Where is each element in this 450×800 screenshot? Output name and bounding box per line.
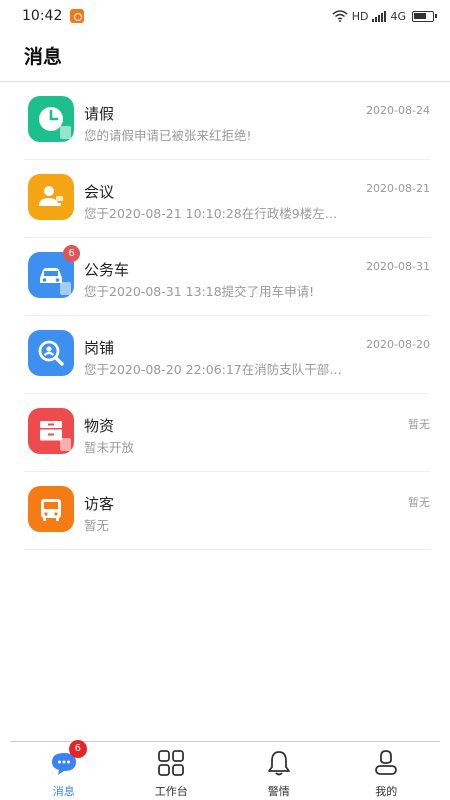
message-preview: 暂无 — [84, 518, 110, 533]
bottom-tab-bar: 6 消息 工作台 警情 我的 — [10, 740, 441, 800]
message-date: 2020-08-24 — [366, 104, 430, 117]
message-date: 暂无 — [408, 496, 430, 509]
signal-icon — [372, 10, 387, 22]
document-badge-icon — [60, 282, 71, 295]
car-icon: 6 — [28, 245, 80, 298]
document-badge-icon — [60, 126, 71, 139]
message-date: 2020-08-20 — [366, 338, 430, 351]
network-hd-label: HD — [351, 9, 369, 23]
message-preview: 暂未开放 — [84, 440, 135, 455]
message-preview: 您于2020-08-20 22:06:17在消防支队干部… — [84, 362, 342, 377]
message-date: 2020-08-31 — [366, 260, 430, 273]
status-indicators: HD 4G — [332, 9, 437, 23]
list-item[interactable]: 6 公务车 您于2020-08-31 13:18提交了用车申请! 2020-08… — [24, 238, 430, 316]
battery-icon — [412, 10, 437, 22]
list-item[interactable]: 岗铺 您于2020-08-20 22:06:17在消防支队干部… 2020-08… — [24, 316, 430, 394]
tab-label: 工作台 — [154, 785, 188, 798]
notification-app-icon — [70, 9, 85, 23]
network-type-label: 4G — [390, 9, 406, 23]
meeting-person-icon — [28, 174, 74, 220]
bell-icon — [264, 748, 294, 778]
search-person-icon — [28, 330, 74, 376]
message-preview: 您于2020-08-31 13:18提交了用车申请! — [84, 284, 315, 299]
tab-workbench[interactable]: 工作台 — [118, 742, 226, 800]
message-preview: 您于2020-08-21 10:10:28在行政楼9楼左… — [84, 206, 338, 221]
search-badge-icon — [60, 438, 71, 451]
message-title: 会议 — [84, 183, 115, 201]
list-item[interactable]: 物资 暂未开放 暂无 — [24, 394, 430, 472]
tab-label: 我的 — [375, 785, 398, 798]
message-title: 公务车 — [84, 261, 130, 279]
wifi-icon — [332, 10, 348, 22]
message-preview: 您的请假申请已被张来红拒绝! — [84, 128, 252, 143]
page-title: 消息 — [24, 46, 63, 68]
bus-icon — [28, 486, 74, 532]
tab-label: 警情 — [267, 785, 290, 798]
message-title: 请假 — [84, 105, 115, 123]
unread-count-badge: 6 — [63, 245, 80, 262]
tab-badge: 6 — [68, 740, 87, 758]
message-date: 2020-08-21 — [366, 182, 430, 195]
tab-messages[interactable]: 6 消息 — [10, 740, 118, 800]
chat-bubble-icon: 6 — [49, 740, 87, 778]
status-time: 10:42 — [22, 8, 63, 24]
tab-profile[interactable]: 我的 — [333, 742, 441, 800]
list-item[interactable]: 会议 您于2020-08-21 10:10:28在行政楼9楼左… 2020-08… — [24, 160, 430, 238]
grid-icon — [156, 748, 186, 778]
message-list: 请假 您的请假申请已被张来红拒绝! 2020-08-24 会议 您于2020-0… — [0, 82, 450, 550]
tab-label: 消息 — [52, 785, 75, 798]
message-title: 岗铺 — [84, 339, 115, 357]
tab-alerts[interactable]: 警情 — [225, 742, 333, 800]
clock-icon — [28, 96, 74, 142]
user-icon — [371, 748, 401, 778]
list-item[interactable]: 请假 您的请假申请已被张来红拒绝! 2020-08-24 — [24, 82, 430, 160]
list-item[interactable]: 访客 暂无 暂无 — [24, 472, 430, 550]
message-title: 访客 — [84, 495, 115, 513]
message-title: 物资 — [84, 417, 115, 435]
status-bar: 10:42 HD 4G — [0, 0, 450, 32]
message-date: 暂无 — [408, 418, 430, 431]
cabinet-icon — [28, 408, 74, 454]
header: 消息 — [0, 32, 450, 82]
